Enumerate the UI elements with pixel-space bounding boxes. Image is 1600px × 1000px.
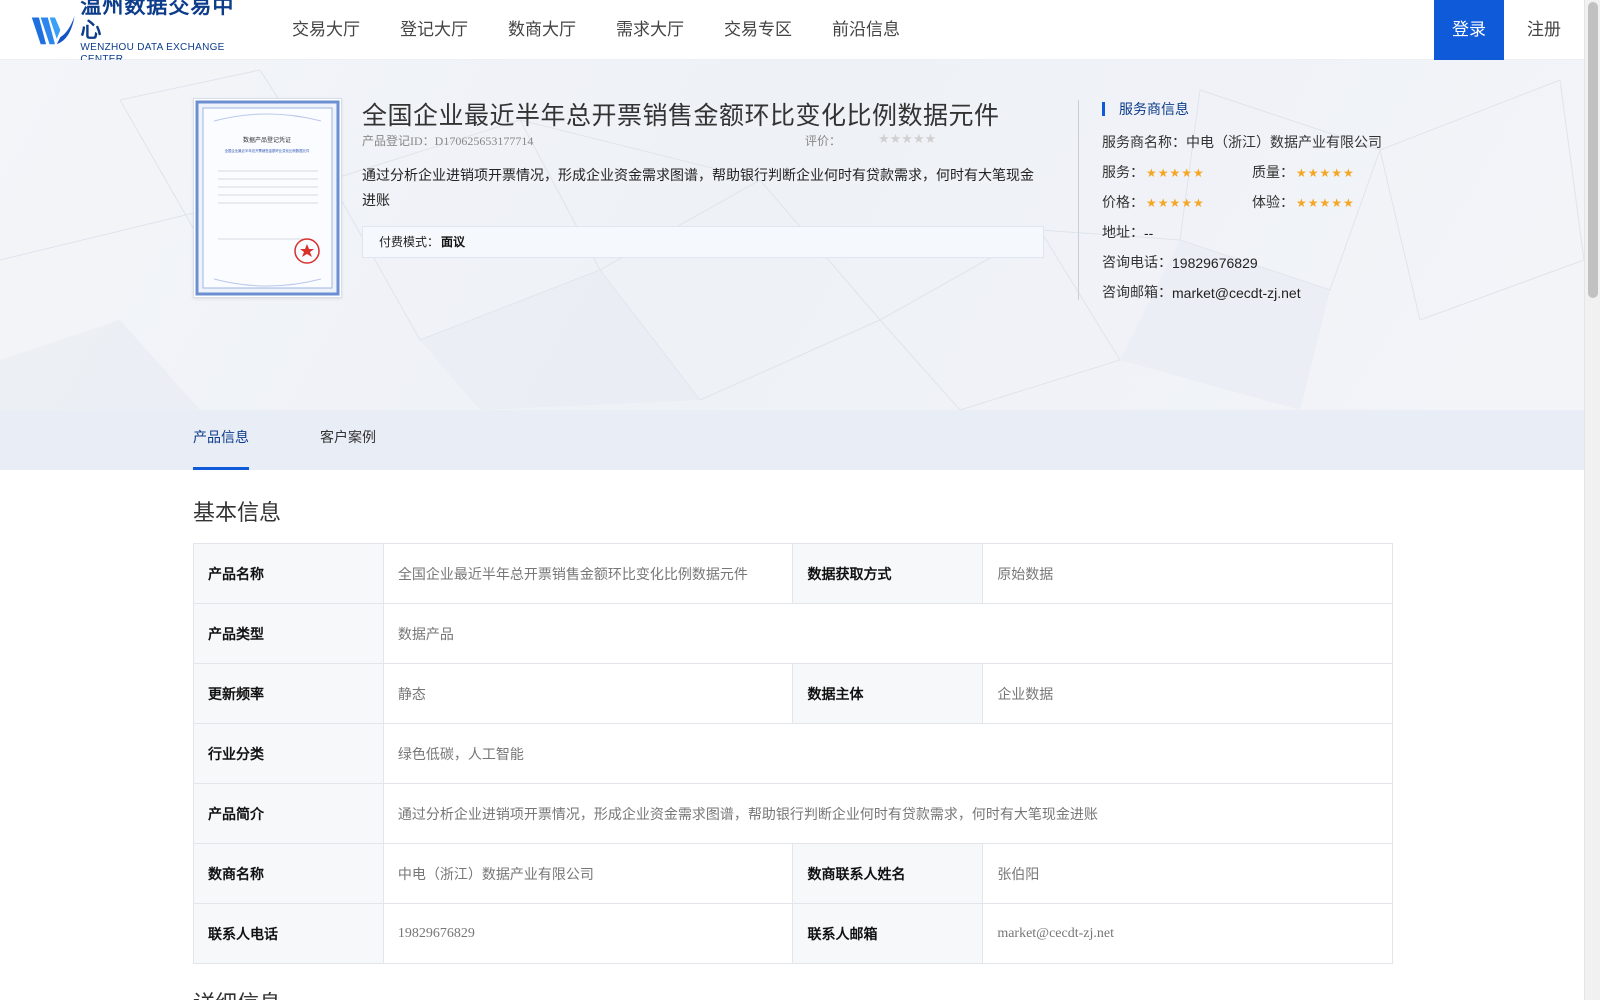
table-row: 行业分类 绿色低碳，人工智能 [193, 723, 1394, 784]
table-value: 企业数据 [982, 663, 1393, 724]
table-value: 全国企业最近半年总开票销售金额环比变化比例数据元件 [382, 543, 794, 604]
table-key: 行业分类 [193, 723, 384, 784]
detail-info-heading: 详细信息 [193, 986, 281, 1000]
address-value: -- [1144, 225, 1154, 241]
table-key: 数商联系人姓名 [792, 843, 984, 904]
payment-mode-box: 付费模式： 面议 [362, 226, 1044, 258]
product-registration-id: 产品登记ID：D170625653177714 [362, 134, 534, 148]
basic-info-table: 产品名称 全国企业最近半年总开票销售金额环比变化比例数据元件 数据获取方式 原始… [193, 543, 1394, 964]
email-row: 咨询邮箱： market@cecdt-zj.net [1102, 278, 1402, 308]
table-value: 中电（浙江）数据产业有限公司 [382, 843, 794, 904]
phone-row: 咨询电话： 19829676829 [1102, 248, 1402, 278]
main-nav: 交易大厅 登记大厅 数商大厅 需求大厅 交易专区 前沿信息 [292, 0, 940, 60]
provider-name-label: 服务商名称： [1102, 135, 1186, 151]
login-button[interactable]: 登录 [1434, 0, 1504, 60]
table-row: 联系人电话 19829676829 联系人邮箱 market@cecdt-zj.… [193, 903, 1393, 964]
address-label: 地址： [1102, 225, 1144, 241]
basic-info-heading: 基本信息 [193, 501, 282, 526]
table-key: 数据主体 [792, 663, 984, 724]
experience-stars-icon: ★★★★★ [1296, 196, 1355, 210]
service-quality-row: 服务： ★★★★★ 质量： ★★★★★ [1102, 158, 1402, 188]
logo-icon [31, 15, 75, 44]
table-value: 绿色低碳，人工智能 [382, 723, 1394, 784]
phone-label: 咨询电话： [1102, 255, 1172, 271]
page-scrollbar[interactable] [1584, 0, 1600, 1000]
table-value: 静态 [382, 663, 794, 724]
nav-trading-zone[interactable]: 交易专区 [724, 0, 792, 60]
table-row: 产品简介 通过分析企业进销项开票情况，形成企业资金需求图谱，帮助银行判断企业何时… [193, 783, 1394, 844]
nav-merchant-hall[interactable]: 数商大厅 [508, 0, 576, 60]
certificate-title: 数据产品登记凭证 [243, 136, 291, 144]
table-value: 张伯阳 [982, 843, 1393, 904]
table-value: 通过分析企业进销项开票情况，形成企业资金需求图谱，帮助银行判断企业何时有贷款需求… [382, 783, 1394, 844]
table-key: 产品简介 [193, 783, 384, 844]
provider-name-row: 服务商名称： 中电（浙江）数据产业有限公司 [1102, 128, 1402, 158]
price-stars-icon: ★★★★★ [1146, 196, 1205, 210]
table-value: 原始数据 [982, 543, 1393, 604]
rating-stars-icon: ★★★★★ [878, 132, 937, 147]
top-header: 温州数据交易中心 WENZHOU DATA EXCHANGE CENTER 交易… [0, 0, 1584, 65]
product-title: 全国企业最近半年总开票销售金额环比变化比例数据元件 [362, 101, 1000, 130]
rating-label: 评价： [805, 134, 842, 148]
payment-mode-value: 面议 [441, 235, 466, 249]
certificate-subtitle: 全国企业最近半年总开票销售金额环比变化比例数据元件 [225, 148, 310, 153]
certificate-icon: 数据产品登记凭证 全国企业最近半年总开票销售金额环比变化比例数据元件 [195, 100, 340, 296]
product-hero: 数据产品登记凭证 全国企业最近半年总开票销售金额环比变化比例数据元件 全国企业最… [0, 60, 1584, 410]
table-key: 更新频率 [193, 663, 384, 724]
hero-divider [1078, 100, 1079, 300]
tab-product-info[interactable]: 产品信息 [193, 410, 249, 470]
provider-info-panel: 服务商信息 服务商名称： 中电（浙江）数据产业有限公司 服务： ★★★★★ 质量：… [1102, 98, 1402, 308]
table-value: market@cecdt-zj.net [982, 903, 1393, 964]
table-key: 联系人邮箱 [792, 903, 984, 964]
email-label: 咨询邮箱： [1102, 285, 1172, 301]
provider-name-value: 中电（浙江）数据产业有限公司 [1186, 135, 1382, 151]
table-key: 产品名称 [193, 543, 384, 604]
service-label: 服务： [1102, 165, 1144, 181]
table-row: 产品名称 全国企业最近半年总开票销售金额环比变化比例数据元件 数据获取方式 原始… [193, 543, 1393, 604]
table-key: 联系人电话 [193, 903, 384, 964]
price-label: 价格： [1102, 195, 1144, 211]
provider-info-heading: 服务商信息 [1119, 102, 1189, 118]
table-value: 数据产品 [382, 603, 1394, 664]
scrollbar-thumb[interactable] [1588, 2, 1598, 298]
table-value: 19829676829 [382, 903, 794, 964]
auth-buttons: 登录 注册 [1434, 0, 1584, 60]
payment-mode-label: 付费模式： [379, 235, 440, 249]
table-key: 数商名称 [193, 843, 384, 904]
nav-registration-hall[interactable]: 登记大厅 [400, 0, 468, 60]
address-row: 地址： -- [1102, 218, 1402, 248]
product-certificate-image: 数据产品登记凭证 全国企业最近半年总开票销售金额环比变化比例数据元件 [193, 98, 342, 298]
table-row: 更新频率 静态 数据主体 企业数据 [193, 663, 1393, 724]
tab-customer-cases[interactable]: 客户案例 [320, 410, 376, 470]
experience-label: 体验： [1252, 195, 1294, 211]
email-value: market@cecdt-zj.net [1172, 285, 1301, 301]
nav-frontier-info[interactable]: 前沿信息 [832, 0, 900, 60]
quality-stars-icon: ★★★★★ [1296, 166, 1355, 180]
nav-demand-hall[interactable]: 需求大厅 [616, 0, 684, 60]
table-key: 产品类型 [193, 603, 384, 664]
logo-title: 温州数据交易中心 [80, 0, 235, 42]
price-experience-row: 价格： ★★★★★ 体验： ★★★★★ [1102, 188, 1402, 218]
phone-value: 19829676829 [1172, 255, 1258, 271]
nav-trading-hall[interactable]: 交易大厅 [292, 0, 360, 60]
register-button[interactable]: 注册 [1504, 0, 1584, 60]
quality-label: 质量： [1252, 165, 1294, 181]
section-marker [1102, 102, 1105, 116]
service-stars-icon: ★★★★★ [1146, 166, 1205, 180]
site-logo[interactable]: 温州数据交易中心 WENZHOU DATA EXCHANGE CENTER [30, 0, 250, 66]
table-row: 产品类型 数据产品 [193, 603, 1394, 664]
product-description: 通过分析企业进销项开票情况，形成企业资金需求图谱，帮助银行判断企业何时有贷款需求… [362, 168, 1034, 209]
product-tabs: 产品信息 客户案例 [0, 410, 1584, 470]
table-key: 数据获取方式 [792, 543, 984, 604]
table-row: 数商名称 中电（浙江）数据产业有限公司 数商联系人姓名 张伯阳 [193, 843, 1393, 904]
